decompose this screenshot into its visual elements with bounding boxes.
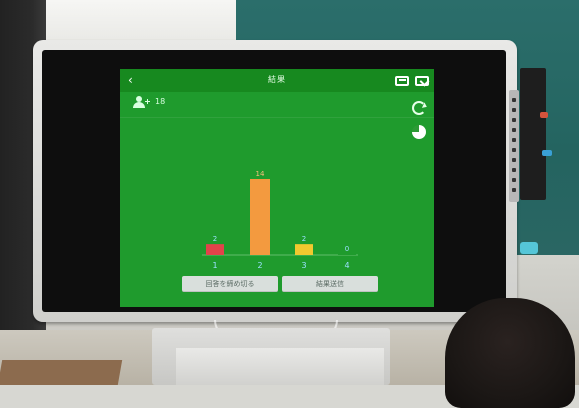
student-head <box>445 298 575 408</box>
chart-category-label: 1 <box>212 261 217 270</box>
side-panel <box>509 90 519 202</box>
chart-bar <box>206 244 224 255</box>
chart-bar <box>295 244 313 255</box>
close-answer-button[interactable]: 回答を締め切る <box>182 276 278 292</box>
chart-value-label: 2 <box>302 235 306 243</box>
desk-corner <box>0 360 123 385</box>
results-chart: 2 1 14 2 2 3 0 4 <box>202 170 358 270</box>
red-accent <box>540 112 548 118</box>
chart-category-label: 2 <box>257 261 262 270</box>
blue-accent <box>542 150 552 156</box>
chart-value-label: 0 <box>345 245 349 253</box>
cyan-accent <box>520 242 538 254</box>
send-results-button[interactable]: 結果送信 <box>282 276 378 292</box>
chart-value-label: 2 <box>213 235 217 243</box>
chart-bar <box>338 254 356 255</box>
chart-bar <box>250 179 270 255</box>
chart-value-label: 14 <box>256 170 265 178</box>
chart-category-label: 3 <box>301 261 306 270</box>
speaker <box>520 68 546 200</box>
results-screen: ‹ 結果 18 2 1 14 2 2 3 0 4 回答を締め切る 結果送信 <box>120 69 434 307</box>
chart-category-label: 4 <box>344 261 349 270</box>
display-stand-base <box>176 348 384 385</box>
